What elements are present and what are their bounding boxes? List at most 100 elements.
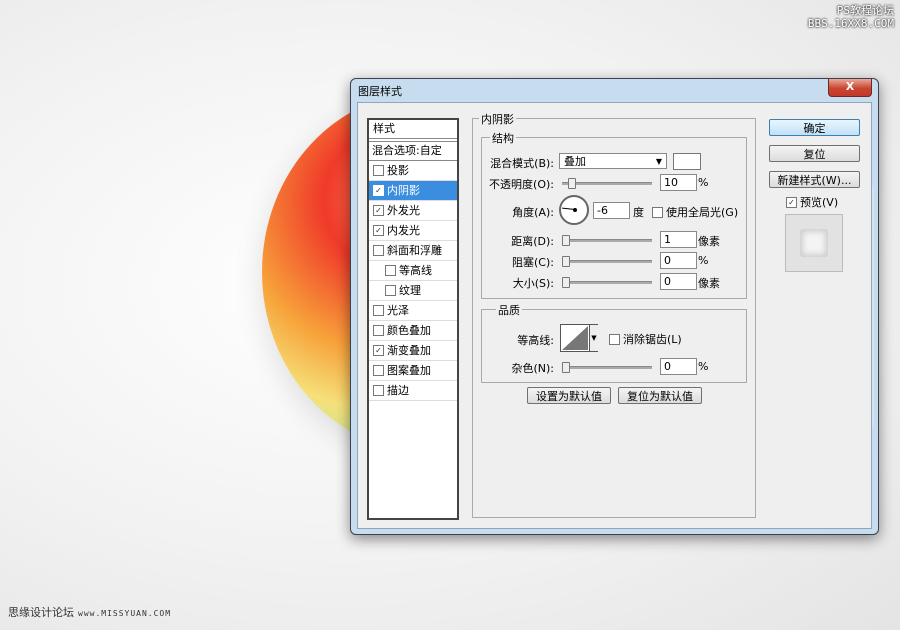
layer-style-dialog: 图层样式 X 样式 混合选项:自定 投影 ✓ 内阴影 ✓ 外发光 ✓ 内发光 斜面和浮雕 等高线…	[350, 78, 879, 535]
structure-section: 结构 混合模式(B): 叠加 ▼ 不透明度(O): 10 % 角度(A): -6…	[481, 130, 747, 299]
checkbox-empty-icon[interactable]	[373, 365, 384, 376]
size-slider-thumb[interactable]	[562, 277, 570, 288]
watermark-line1: PS教程论坛	[836, 4, 894, 17]
noise-slider-thumb[interactable]	[562, 362, 570, 373]
preview-label: 预览(V)	[800, 196, 839, 209]
dialog-client-area: 样式 混合选项:自定 投影 ✓ 内阴影 ✓ 外发光 ✓ 内发光 斜面和浮雕 等高线 纹理 光泽 颜色叠…	[357, 102, 872, 529]
preview-checkbox[interactable]: ✓ 预览(V)	[786, 194, 838, 210]
size-label: 大小(S):	[512, 277, 554, 290]
noise-slider[interactable]	[562, 362, 652, 373]
style-item-label: 投影	[387, 164, 409, 177]
close-button[interactable]: X	[828, 79, 872, 97]
style-item[interactable]: 等高线	[369, 261, 457, 281]
inner-shadow-title: 内阴影	[479, 111, 516, 127]
checkbox-empty-icon[interactable]	[373, 325, 384, 336]
site-watermark: PS教程论坛 BBS.16XX8.COM	[808, 4, 894, 30]
style-item[interactable]: ✓ 内阴影	[369, 181, 457, 201]
opacity-slider-thumb[interactable]	[568, 178, 576, 189]
anti-alias-checkbox[interactable]: 消除锯齿(L)	[609, 331, 682, 347]
size-unit: 像素	[698, 277, 720, 290]
noise-label: 杂色(N):	[511, 362, 554, 375]
distance-slider-thumb[interactable]	[562, 235, 570, 246]
style-item-label: 内发光	[387, 224, 420, 237]
reset-button[interactable]: 复位	[769, 145, 860, 162]
style-item[interactable]: 光泽	[369, 301, 457, 321]
style-item[interactable]: ✓ 外发光	[369, 201, 457, 221]
distance-slider[interactable]	[562, 235, 652, 246]
blend-mode-select[interactable]: 叠加 ▼	[559, 153, 667, 169]
style-preview-swatch	[800, 229, 828, 257]
style-item[interactable]: 斜面和浮雕	[369, 241, 457, 261]
make-default-button[interactable]: 设置为默认值	[527, 387, 611, 404]
global-light-checkbox[interactable]: 使用全局光(G)	[652, 204, 738, 220]
anti-alias-check-icon[interactable]	[609, 333, 620, 345]
style-item-label: 描边	[387, 384, 409, 397]
choke-unit: %	[698, 254, 709, 267]
style-preview-thumbnail	[785, 214, 843, 272]
choke-label: 阻塞(C):	[512, 256, 554, 269]
footer-credit: 思缘设计论坛 www.MISSYUAN.COM	[8, 604, 171, 620]
angle-dial[interactable]	[559, 195, 589, 225]
checkbox-checked-icon[interactable]: ✓	[373, 225, 384, 236]
distance-input[interactable]: 1	[660, 231, 697, 248]
quality-title: 品质	[496, 302, 522, 318]
style-item-label: 图案叠加	[387, 364, 431, 377]
chevron-down-icon[interactable]: ▼	[589, 325, 598, 351]
style-item-label: 内阴影	[387, 184, 420, 197]
styles-list: 样式 混合选项:自定 投影 ✓ 内阴影 ✓ 外发光 ✓ 内发光 斜面和浮雕 等高线 纹理 光泽 颜色叠…	[367, 118, 459, 520]
style-item[interactable]: ✓ 渐变叠加	[369, 341, 457, 361]
style-item[interactable]: 投影	[369, 161, 457, 181]
angle-unit: 度	[633, 206, 644, 219]
watermark-line2: BBS.16XX8.COM	[807, 17, 894, 30]
checkbox-empty-icon[interactable]	[373, 385, 384, 396]
preview-check-icon[interactable]: ✓	[786, 196, 797, 208]
style-item-label: 等高线	[399, 264, 432, 277]
checkbox-checked-icon[interactable]: ✓	[373, 205, 384, 216]
choke-slider-thumb[interactable]	[562, 256, 570, 267]
checkbox-empty-icon[interactable]	[385, 285, 396, 296]
blend-options-item[interactable]: 混合选项:自定	[369, 141, 457, 161]
angle-label: 角度(A):	[512, 206, 554, 219]
checkbox-empty-icon[interactable]	[385, 265, 396, 276]
blend-mode-value: 叠加	[564, 155, 586, 168]
style-item[interactable]: ✓ 内发光	[369, 221, 457, 241]
angle-dial-center	[573, 208, 577, 212]
style-item-label: 渐变叠加	[387, 344, 431, 357]
choke-slider[interactable]	[562, 256, 652, 267]
opacity-input[interactable]: 10	[660, 174, 697, 191]
style-item[interactable]: 描边	[369, 381, 457, 401]
noise-input[interactable]: 0	[660, 358, 697, 375]
checkbox-checked-icon[interactable]: ✓	[373, 185, 384, 196]
footer-url: www.MISSYUAN.COM	[78, 609, 172, 618]
opacity-slider[interactable]	[562, 178, 652, 189]
contour-picker[interactable]: ▼	[560, 324, 598, 352]
new-style-button[interactable]: 新建样式(W)...	[769, 171, 860, 188]
style-item[interactable]: 颜色叠加	[369, 321, 457, 341]
dialog-titlebar[interactable]: 图层样式 X	[351, 79, 878, 101]
distance-unit: 像素	[698, 235, 720, 248]
anti-alias-label: 消除锯齿(L)	[623, 333, 682, 346]
structure-title: 结构	[490, 130, 516, 146]
shadow-color-swatch[interactable]	[673, 153, 701, 170]
style-item[interactable]: 纹理	[369, 281, 457, 301]
ok-button[interactable]: 确定	[769, 119, 860, 136]
size-slider[interactable]	[562, 277, 652, 288]
styles-header[interactable]: 样式	[369, 120, 457, 139]
global-light-label: 使用全局光(G)	[666, 206, 739, 219]
checkbox-empty-icon[interactable]	[373, 165, 384, 176]
angle-input[interactable]: -6	[593, 202, 630, 219]
reset-default-button[interactable]: 复位为默认值	[618, 387, 702, 404]
inner-shadow-group: 内阴影 结构 混合模式(B): 叠加 ▼ 不透明度(O): 10 % 角度(A)…	[472, 111, 756, 518]
checkbox-checked-icon[interactable]: ✓	[373, 345, 384, 356]
style-item-label: 外发光	[387, 204, 420, 217]
checkbox-empty-icon[interactable]	[373, 305, 384, 316]
size-input[interactable]: 0	[660, 273, 697, 290]
style-item-label: 纹理	[399, 284, 421, 297]
checkbox-empty-icon[interactable]	[373, 245, 384, 256]
style-item[interactable]: 图案叠加	[369, 361, 457, 381]
global-light-check-icon[interactable]	[652, 206, 663, 218]
contour-curve-icon	[562, 326, 588, 350]
choke-input[interactable]: 0	[660, 252, 697, 269]
contour-label: 等高线:	[517, 334, 554, 347]
style-item-label: 颜色叠加	[387, 324, 431, 337]
